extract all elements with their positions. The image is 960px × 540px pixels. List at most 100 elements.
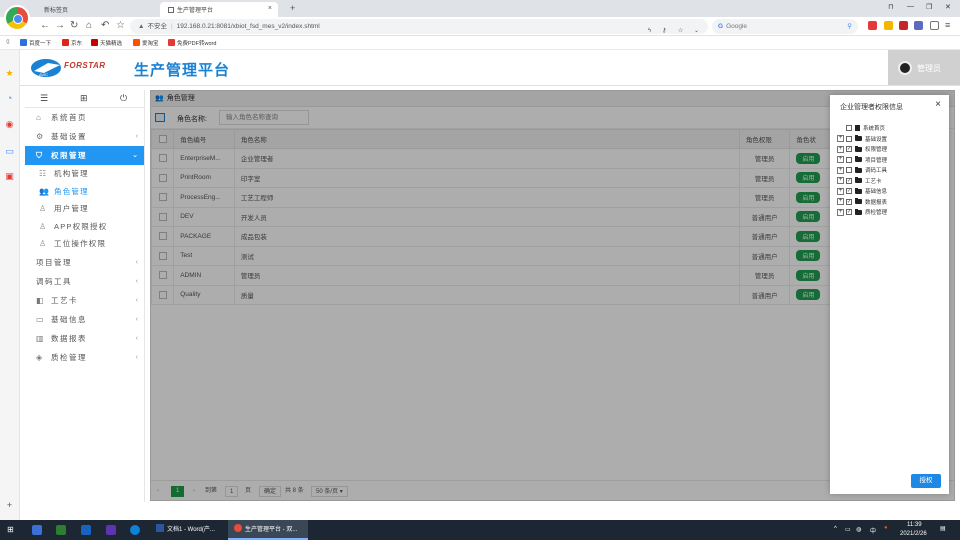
notes-icon[interactable]: ▣	[4, 171, 15, 182]
extension-icon[interactable]	[868, 21, 877, 30]
sidebar-item-basic-info[interactable]: ▭ 基础信息 ‹	[25, 310, 144, 329]
tree-node[interactable]: + ✓ 权限管理	[837, 144, 887, 155]
app-icon[interactable]	[56, 525, 66, 535]
sidebar-item-basic-settings[interactable]: ⚙ 基础设置 ‹	[25, 127, 144, 146]
expand-icon[interactable]: +	[837, 135, 844, 143]
reader-icon[interactable]: ▭	[4, 146, 15, 157]
expand-icon[interactable]: +	[837, 166, 844, 174]
tree-node[interactable]: + ✓ 质检管理	[837, 207, 887, 218]
tree-node[interactable]: + 调码工具	[837, 165, 887, 176]
search-icon[interactable]: ⚲	[847, 19, 852, 34]
bookmark-aitaobao[interactable]: 爱淘宝	[133, 39, 159, 47]
sidebar-item-home[interactable]: ⌂ 系统首页	[25, 108, 144, 127]
vs-icon[interactable]	[106, 525, 116, 535]
tree-checkbox[interactable]	[846, 135, 852, 142]
tree-checkbox[interactable]: ✓	[846, 177, 852, 184]
tree-node[interactable]: + 基础设置	[837, 134, 887, 145]
tree-checkbox[interactable]: ✓	[846, 209, 852, 216]
start-icon[interactable]: ⊞	[7, 525, 17, 535]
expand-icon[interactable]: +	[837, 145, 844, 153]
authorize-button[interactable]: 授权	[911, 474, 941, 488]
expand-icon[interactable]: +	[837, 156, 844, 164]
power-icon[interactable]: ⏻	[120, 93, 127, 104]
bookmark-pdf[interactable]: 免费PDF转word	[168, 39, 216, 47]
list-icon[interactable]: ☰	[40, 93, 48, 104]
tray-chevron-icon[interactable]: ^	[834, 526, 837, 532]
tab-new-tab[interactable]: 新标签页	[36, 2, 156, 17]
tree-checkbox[interactable]	[846, 125, 852, 132]
tree-node[interactable]: + 项目管理	[837, 155, 887, 166]
extension-icon[interactable]	[914, 21, 923, 30]
notification-icon[interactable]: ▤	[940, 525, 946, 532]
download-icon[interactable]	[930, 21, 939, 30]
app-icon[interactable]	[81, 525, 91, 535]
taskbar-item-label: 生产管理平台 - 双...	[245, 527, 298, 533]
clock-time[interactable]: 11:39	[907, 522, 922, 528]
extension-icon[interactable]	[899, 21, 908, 30]
sidebar-item-projects[interactable]: 项目管理 ‹	[25, 253, 144, 272]
reload-icon[interactable]: ↻	[70, 20, 78, 31]
url-field[interactable]: ▲ 不安全 | 192.168.0.21:8081/xbiot_fsd_mes_v2/…	[130, 19, 708, 34]
menu-icon[interactable]: ≡	[945, 21, 954, 30]
favorites-icon[interactable]: ★	[4, 68, 15, 79]
tree-checkbox[interactable]: ✓	[846, 146, 852, 153]
edge-icon[interactable]	[130, 525, 140, 535]
app-icon[interactable]	[32, 525, 42, 535]
tab-production-platform[interactable]: 生产管理平台 ×	[160, 2, 278, 17]
expand-icon[interactable]: +	[837, 198, 844, 206]
ime-indicator[interactable]: 中	[870, 526, 876, 535]
maximize-icon[interactable]: ❐	[926, 3, 932, 11]
minimize-icon[interactable]: —	[907, 3, 914, 10]
bus-icon[interactable]: ⊞	[80, 93, 88, 104]
undo-icon[interactable]: ↶	[101, 20, 109, 31]
sidebar-item-permissions[interactable]: ⛉ 权限管理 ⌄	[25, 146, 144, 165]
sidebar-item-process-card[interactable]: ◧ 工艺卡 ‹	[25, 291, 144, 310]
weibo-icon[interactable]: ◉	[4, 119, 15, 130]
sidebar-subitem-roles[interactable]: 👥 角色管理	[25, 183, 144, 201]
add-icon[interactable]: +	[4, 500, 15, 511]
forward-icon[interactable]: →	[55, 20, 65, 31]
tree-checkbox[interactable]: ✓	[846, 198, 852, 205]
star-icon[interactable]: ☆	[116, 20, 125, 31]
close-tab-icon[interactable]: ×	[268, 5, 272, 12]
search-input[interactable]: G Google ⚲	[712, 19, 858, 34]
tree-checkbox[interactable]	[846, 167, 852, 174]
back-icon[interactable]: ←	[40, 20, 50, 31]
tree-node[interactable]: 系统首页	[837, 123, 887, 134]
taskbar-browser[interactable]: 生产管理平台 - 双...	[228, 520, 308, 540]
battery-icon[interactable]: ▭	[845, 526, 851, 533]
bookmark-tmall[interactable]: 天猫精选	[91, 39, 122, 47]
close-icon[interactable]: ×	[935, 99, 941, 110]
sidebar-subitem-station-perm[interactable]: ♙ 工位操作权限	[25, 235, 144, 253]
tree-checkbox[interactable]	[846, 156, 852, 163]
taskbar-word[interactable]: 文档1 - Word(产...	[150, 520, 226, 540]
tree-checkbox[interactable]: ✓	[846, 188, 852, 195]
table-icon: ▥	[36, 333, 44, 343]
clock-date[interactable]: 2021/2/26	[900, 531, 927, 537]
sidebar-item-code-tools[interactable]: 调码工具 ‹	[25, 272, 144, 291]
expand-icon[interactable]: +	[837, 187, 844, 195]
home-nav-icon[interactable]: ⌂	[86, 20, 92, 31]
expand-icon[interactable]: +	[837, 177, 844, 185]
sidebar-subitem-app-auth[interactable]: ♙ APP权限授权	[25, 218, 144, 236]
user-menu[interactable]: 管理员	[888, 50, 960, 85]
tree-node[interactable]: + ✓ 工艺卡	[837, 176, 887, 187]
home-icon: ⌂	[36, 113, 41, 122]
bookmark-baidu[interactable]: 百度一下	[20, 39, 51, 47]
tree-node[interactable]: + ✓ 数据报表	[837, 197, 887, 208]
tree-node[interactable]: + ✓ 基础信息	[837, 186, 887, 197]
close-window-icon[interactable]: ✕	[945, 3, 951, 11]
sidebar-item-reports[interactable]: ▥ 数据报表 ‹	[25, 329, 144, 348]
antivirus-icon[interactable]: ●	[884, 525, 888, 531]
sidebar-toggle-icon[interactable]: ⟨|	[6, 39, 10, 45]
new-tab-plus-icon[interactable]: +	[290, 3, 295, 13]
expand-icon[interactable]: +	[837, 208, 844, 216]
sidebar-subitem-org[interactable]: ☷ 机构管理	[25, 165, 144, 183]
history-icon[interactable]: ◔	[4, 93, 15, 104]
network-icon[interactable]: ◍	[856, 526, 861, 533]
apps-icon[interactable]	[884, 21, 893, 30]
restore-icon[interactable]: ⊓	[888, 3, 893, 11]
sidebar-item-quality[interactable]: ◈ 质检管理 ‹	[25, 348, 144, 367]
sidebar-subitem-users[interactable]: ♙ 用户管理	[25, 200, 144, 218]
bookmark-jd[interactable]: 京东	[62, 39, 82, 47]
